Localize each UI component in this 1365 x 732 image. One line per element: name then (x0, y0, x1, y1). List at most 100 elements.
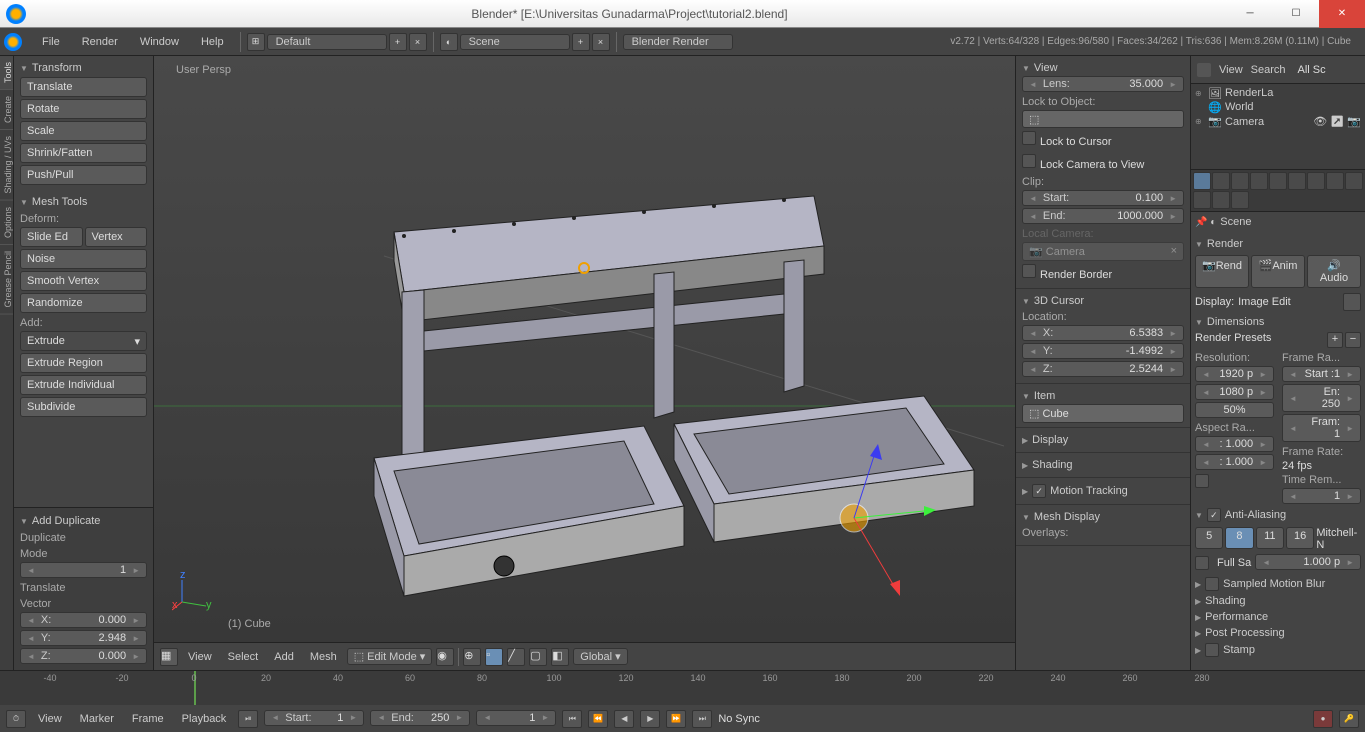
camera-field[interactable]: 📷 Camera× (1022, 242, 1184, 261)
add-menu[interactable]: Add (268, 651, 300, 663)
timeline-frame-menu[interactable]: Frame (126, 713, 170, 725)
view-menu[interactable]: View (182, 651, 218, 663)
keyframe-next-button[interactable]: ⏩ (666, 710, 686, 728)
border-checkbox[interactable] (1195, 474, 1209, 488)
animation-button[interactable]: 🎬Anim (1251, 255, 1305, 288)
extrude-region-button[interactable]: Extrude Region (20, 353, 147, 373)
subdivide-button[interactable]: Subdivide (20, 397, 147, 417)
vector-y-field[interactable]: ◄Y:2.948► (20, 630, 147, 646)
operator-header[interactable]: Add Duplicate (20, 512, 147, 530)
extrude-individual-button[interactable]: Extrude Individual (20, 375, 147, 395)
face-select-button[interactable]: ▢ (529, 648, 547, 666)
lock-camera-checkbox[interactable] (1022, 154, 1036, 168)
layout-dropdown[interactable]: Default (267, 34, 387, 50)
timeline-current-field[interactable]: ◄1► (476, 710, 556, 726)
help-menu[interactable]: Help (191, 36, 234, 48)
delete-layout-button[interactable]: × (409, 33, 427, 51)
aa-8-button[interactable]: 8 (1225, 527, 1253, 549)
3d-viewport[interactable]: User Persp (154, 56, 1015, 642)
scene-icon[interactable]: ◐ (440, 33, 458, 51)
full-sample-checkbox[interactable] (1195, 556, 1209, 570)
orientation-dropdown[interactable]: Global ▾ (573, 648, 627, 665)
dimensions-panel-header[interactable]: Dimensions (1195, 314, 1361, 330)
screen-layout-icon[interactable]: ⊞ (247, 33, 265, 51)
display-dropdown[interactable]: Image Edit (1238, 296, 1339, 308)
render-panel-header[interactable]: Render (1195, 236, 1361, 252)
prop-tab-data[interactable] (1326, 172, 1344, 190)
frame-end-field[interactable]: ◄En: 250► (1282, 384, 1361, 412)
timeline-playback-menu[interactable]: Playback (176, 713, 233, 725)
frame-step-field[interactable]: ◄Fram: 1► (1282, 414, 1361, 442)
view-panel-header[interactable]: View (1022, 60, 1184, 76)
prop-tab-world[interactable] (1250, 172, 1268, 190)
close-button[interactable]: ✕ (1319, 0, 1365, 28)
scene-dropdown[interactable]: Scene (460, 34, 570, 50)
mesh-menu[interactable]: Mesh (304, 651, 343, 663)
item-panel-header[interactable]: Item (1022, 388, 1184, 404)
aspect-x-field[interactable]: ◄: 1.000► (1195, 436, 1274, 452)
timeline-ruler[interactable]: -40 -20 0 20 40 60 80 100 120 140 160 18… (0, 670, 1365, 704)
tab-options[interactable]: Options (0, 201, 13, 245)
smooth-vertex-button[interactable]: Smooth Vertex (20, 271, 147, 291)
lock-cursor-checkbox[interactable] (1022, 131, 1036, 145)
cursor-x-field[interactable]: ◄X:6.5383► (1022, 325, 1184, 341)
maximize-button[interactable]: ☐ (1273, 0, 1319, 28)
keyframe-prev-button[interactable]: ⏪ (588, 710, 608, 728)
aa-5-button[interactable]: 5 (1195, 527, 1223, 549)
prop-tab-render-layers[interactable] (1212, 172, 1230, 190)
vector-x-field[interactable]: ◄X:0.000► (20, 612, 147, 628)
edge-select-button[interactable]: ╱ (507, 648, 525, 666)
extrude-dropdown[interactable]: Extrude ▾ (20, 331, 147, 351)
aa-16-button[interactable]: 16 (1286, 527, 1314, 549)
scale-button[interactable]: Scale (20, 121, 147, 141)
mode-field[interactable]: ◄1► (20, 562, 147, 578)
lens-field[interactable]: ◄Lens:35.000► (1022, 76, 1184, 92)
prop-tab-constraints[interactable] (1288, 172, 1306, 190)
frame-start-field[interactable]: ◄Start :1► (1282, 366, 1361, 382)
timeline-view-menu[interactable]: View (32, 713, 68, 725)
tab-tools[interactable]: Tools (0, 56, 13, 90)
outliner-type-icon[interactable] (1197, 63, 1211, 77)
res-pct-field[interactable]: 50% (1195, 402, 1274, 418)
aa-size-field[interactable]: ◄1.000 p► (1255, 554, 1361, 570)
res-y-field[interactable]: ◄1080 p► (1195, 384, 1274, 400)
aa-filter-dropdown[interactable]: Mitchell-N (1316, 527, 1361, 551)
sync-dropdown[interactable]: No Sync (718, 713, 760, 725)
shading2-header[interactable]: Shading (1195, 593, 1361, 609)
mesh-display-header[interactable]: Mesh Display (1022, 509, 1184, 525)
add-layout-button[interactable]: + (389, 33, 407, 51)
pivot-point-button[interactable]: ⊕ (463, 648, 481, 666)
randomize-button[interactable]: Randomize (20, 293, 147, 313)
delete-scene-button[interactable]: × (592, 33, 610, 51)
item-name-field[interactable]: ⬚ Cube (1022, 404, 1184, 423)
prop-tab-object[interactable] (1269, 172, 1287, 190)
outliner-item-world[interactable]: 🌐World (1195, 100, 1361, 114)
tab-grease-pencil[interactable]: Grease Pencil (0, 245, 13, 315)
render-button[interactable]: 📷Rend (1195, 255, 1249, 288)
remove-preset-button[interactable]: − (1345, 332, 1361, 348)
tab-shading-uvs[interactable]: Shading / UVs (0, 130, 13, 201)
blender-icon[interactable] (4, 33, 22, 51)
prop-tab-render[interactable] (1193, 172, 1211, 190)
file-menu[interactable]: File (32, 36, 70, 48)
performance-header[interactable]: Performance (1195, 609, 1361, 625)
prop-tab-scene[interactable] (1231, 172, 1249, 190)
cursor-z-field[interactable]: ◄Z:2.5244► (1022, 361, 1184, 377)
render-menu[interactable]: Render (72, 36, 128, 48)
aa-11-button[interactable]: 11 (1256, 527, 1284, 549)
stamp-header[interactable]: Stamp (1195, 641, 1361, 659)
slide-vertex-button[interactable]: Vertex (85, 227, 148, 247)
timeline-start-field[interactable]: ◄Start:1► (264, 710, 364, 726)
render-engine-dropdown[interactable]: Blender Render (623, 34, 733, 50)
noise-button[interactable]: Noise (20, 249, 147, 269)
vector-z-field[interactable]: ◄Z:0.000► (20, 648, 147, 664)
aspect-y-field[interactable]: ◄: 1.000► (1195, 454, 1274, 470)
time-remap-field[interactable]: ◄1► (1282, 488, 1361, 504)
shading-panel-header[interactable]: Shading (1022, 457, 1184, 473)
clip-end-field[interactable]: ◄End:1000.000► (1022, 208, 1184, 224)
translate-button[interactable]: Translate (20, 77, 147, 97)
lock-interface-button[interactable] (1343, 293, 1361, 311)
prop-tab-texture[interactable] (1193, 191, 1211, 209)
fps-dropdown[interactable]: 24 fps (1282, 460, 1361, 472)
aa-panel-header[interactable]: ✓Anti-Aliasing (1195, 506, 1361, 524)
